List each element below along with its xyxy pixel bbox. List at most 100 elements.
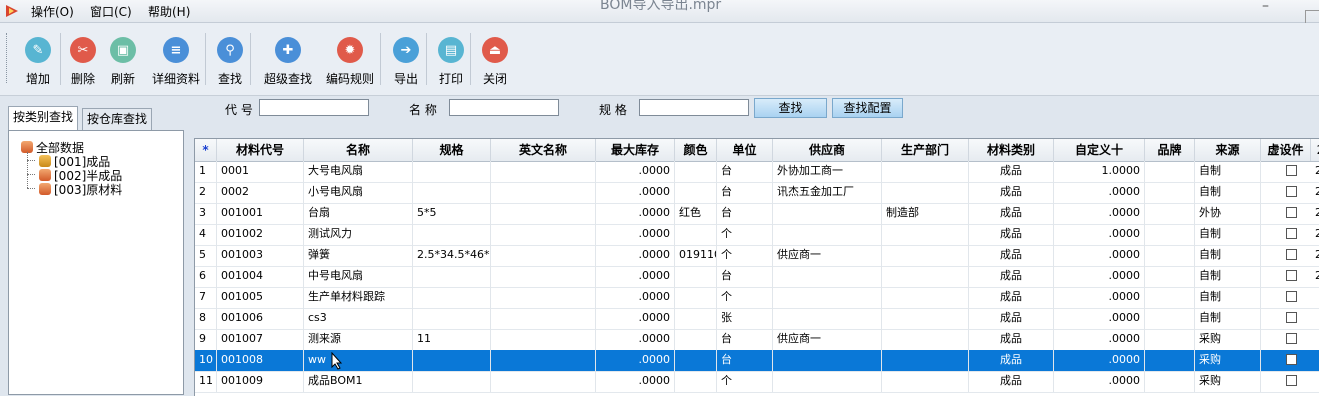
- virtual-part-checkbox[interactable]: [1286, 270, 1297, 281]
- toolbar-button-3[interactable]: ≡ 详细资料: [148, 37, 204, 87]
- cell-en: [491, 161, 596, 182]
- column-header[interactable]: 材料类别: [969, 139, 1054, 161]
- table-row[interactable]: 8 001006 cs3.0000 张成品 .0000 自制: [195, 308, 1319, 330]
- find-config-button[interactable]: 查找配置: [832, 98, 903, 118]
- tab-by-category[interactable]: 按类别查找: [8, 106, 79, 130]
- toolbar-button-6[interactable]: ✹ 编码规则: [322, 37, 378, 87]
- cell-no: 8: [195, 308, 217, 329]
- table-row[interactable]: 6001004中号电风扇.0000台成品.0000自制2: [195, 266, 1319, 288]
- find-button[interactable]: 查找: [754, 98, 827, 118]
- restore-icon[interactable]: [1305, 10, 1319, 23]
- table-row[interactable]: 5001003弹簧2.5*34.5*46*5.00000191101-个供应商一…: [195, 245, 1319, 267]
- virtual-part-checkbox[interactable]: [1286, 354, 1297, 365]
- spec-input[interactable]: [639, 99, 749, 116]
- table-row[interactable]: 10001大号电风扇 .0000 台外协加工商一 成品1.0000 自制 2: [195, 161, 1319, 183]
- table-row[interactable]: 9 001007 测来源 11.0000 台供应商一 成品 .0000 采购: [195, 329, 1319, 351]
- cell-spec: 2.5*34.5*46*5: [413, 245, 491, 266]
- cell-en: [491, 266, 596, 287]
- cell-unit: 个: [717, 245, 773, 266]
- cell-max: .0000: [596, 308, 675, 329]
- cell-name: 小号电风扇: [304, 182, 413, 203]
- column-header[interactable]: 颜色: [675, 139, 717, 161]
- column-header[interactable]: 最大库存: [596, 139, 675, 161]
- virtual-part-checkbox[interactable]: [1286, 333, 1297, 344]
- tree-item-raw[interactable]: [003]原材料: [39, 181, 122, 198]
- cell-code: 001003: [217, 245, 304, 266]
- database-icon: [39, 155, 51, 167]
- table-row[interactable]: 7 001005 生产单材料跟踪 .0000 个成品 .0000 自制: [195, 287, 1319, 309]
- cell-extra: 2: [1311, 224, 1319, 245]
- column-header[interactable]: 自定义十: [1054, 139, 1145, 161]
- search-icon: ⚲: [217, 37, 243, 63]
- toolbar-button-8[interactable]: ▤ 打印: [436, 37, 466, 87]
- cell-max: .0000: [596, 203, 675, 224]
- toolbar-grip: [6, 33, 9, 83]
- toolbar-button-1[interactable]: ✂ 删除: [68, 37, 98, 87]
- cell-code: 001007: [217, 329, 304, 350]
- menu-window[interactable]: 窗口(C): [90, 3, 132, 20]
- cell-name: 成品BOM1: [304, 371, 413, 392]
- cell-spec: [413, 371, 491, 392]
- virtual-part-checkbox[interactable]: [1286, 228, 1297, 239]
- virtual-part-checkbox[interactable]: [1286, 249, 1297, 260]
- toolbar-button-2[interactable]: ▣ 刷新: [108, 37, 138, 87]
- toolbar-button-0[interactable]: ✎ 增加: [24, 37, 52, 87]
- cell-supplier: [773, 224, 882, 245]
- cell-code: 0001: [217, 161, 304, 182]
- toolbar-button-label: 刷新: [110, 72, 135, 86]
- table-row[interactable]: 3001001台扇5*5.0000红色台制造部成品.0000外协2: [195, 203, 1319, 225]
- minimize-icon[interactable]: –: [1262, 0, 1274, 13]
- column-header[interactable]: 虚设件: [1261, 139, 1311, 161]
- cell-custom: .0000: [1054, 182, 1145, 203]
- cell-unit: 个: [717, 224, 773, 245]
- name-input[interactable]: [449, 99, 559, 116]
- table-row[interactable]: 4001002测试风力.0000个成品.0000自制2: [195, 224, 1319, 246]
- column-header[interactable]: 材料代号: [217, 139, 304, 161]
- cell-source: 自制: [1195, 308, 1261, 329]
- toolbar-button-label: 增加: [25, 72, 50, 86]
- cell-color: [675, 287, 717, 308]
- cell-source: 采购: [1195, 329, 1261, 350]
- virtual-part-checkbox[interactable]: [1286, 375, 1297, 386]
- table-row[interactable]: 10 001008 ww .0000 台成品 .0000 采购: [195, 350, 1319, 372]
- app-logo-icon: [6, 5, 18, 17]
- column-header[interactable]: 名称: [304, 139, 413, 161]
- category-tree: 全部数据 [001]成品 [002]半成品 [003]原材料: [8, 130, 184, 395]
- virtual-part-checkbox[interactable]: [1286, 312, 1297, 323]
- table-row[interactable]: 11 001009 成品BOM1.0000 个成品 .0000 采购: [195, 371, 1319, 393]
- cell-unit: 个: [717, 287, 773, 308]
- column-header[interactable]: 供应商: [773, 139, 882, 161]
- cell-color: 0191101-: [675, 245, 717, 266]
- window-title: BOM导入导出.mpr: [600, 0, 722, 13]
- toolbar-button-9[interactable]: ⏏ 关闭: [480, 37, 510, 87]
- cell-custom: .0000: [1054, 371, 1145, 392]
- virtual-part-checkbox[interactable]: [1286, 165, 1297, 176]
- column-header[interactable]: 规格: [413, 139, 491, 161]
- cell-brand: [1145, 308, 1195, 329]
- toolbar-button-5[interactable]: ✚ 超级查找: [260, 37, 316, 87]
- cell-color: [675, 266, 717, 287]
- column-header[interactable]: 品牌: [1145, 139, 1195, 161]
- column-header[interactable]: 来源: [1195, 139, 1261, 161]
- tab-by-warehouse[interactable]: 按仓库查找: [82, 108, 153, 130]
- cell-no: 5: [195, 245, 217, 266]
- cell-source: 外协: [1195, 203, 1261, 224]
- cell-max: .0000: [596, 161, 675, 182]
- table-row[interactable]: 20002小号电风扇.0000台讯杰五金加工厂成品.0000自制2: [195, 182, 1319, 204]
- virtual-part-checkbox[interactable]: [1286, 207, 1297, 218]
- menu-operate[interactable]: 操作(O): [31, 3, 74, 20]
- virtual-part-checkbox[interactable]: [1286, 186, 1297, 197]
- toolbar-button-7[interactable]: ➔ 导出: [391, 37, 421, 87]
- cell-max: .0000: [596, 266, 675, 287]
- toolbar-button-4[interactable]: ⚲ 查找: [215, 37, 245, 87]
- cell-code: 0002: [217, 182, 304, 203]
- column-header[interactable]: 单位: [717, 139, 773, 161]
- menu-help[interactable]: 帮助(H): [148, 3, 190, 20]
- virtual-part-checkbox[interactable]: [1286, 291, 1297, 302]
- cell-supplier: 讯杰五金加工厂: [773, 182, 882, 203]
- column-header[interactable]: 英文名称: [491, 139, 596, 161]
- column-header[interactable]: 生产部门: [882, 139, 969, 161]
- cell-dept: [882, 161, 969, 182]
- code-input[interactable]: [259, 99, 369, 116]
- title-bar: 操作(O) 窗口(C) 帮助(H) BOM导入导出.mpr –: [0, 0, 1319, 23]
